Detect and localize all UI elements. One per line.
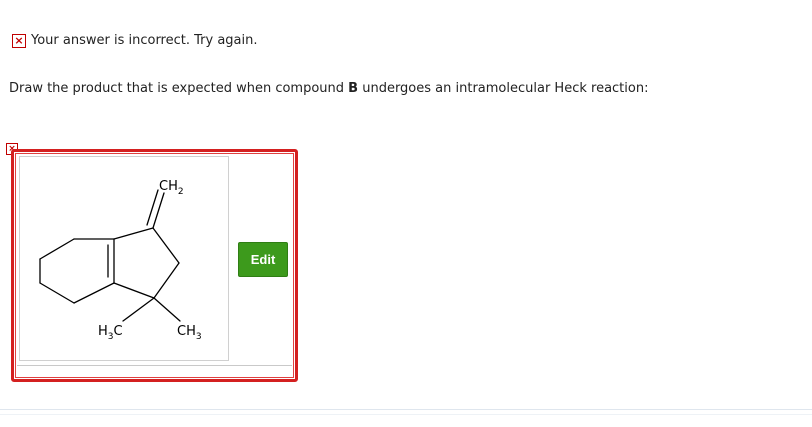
ch3-label: CH3 <box>177 324 202 342</box>
question-text-before: Draw the product that is expected when c… <box>9 81 349 96</box>
question-text-after: undergoes an intramolecular Heck reactio… <box>358 81 649 96</box>
bond <box>73 282 115 304</box>
bond <box>39 282 75 304</box>
bottom-divider-secondary <box>0 414 812 415</box>
bond <box>113 282 155 299</box>
bond <box>122 297 155 322</box>
bond <box>152 192 165 229</box>
molecule-drawing[interactable]: CH2 H3C CH3 <box>19 156 229 361</box>
answer-frame-divider <box>17 365 292 366</box>
molecule-structure: CH2 H3C CH3 <box>39 179 202 342</box>
bond <box>39 238 75 260</box>
ch2-label: CH2 <box>159 179 184 197</box>
bond <box>113 227 154 240</box>
h3c-label: H3C <box>98 324 123 342</box>
question-prompt: Draw the product that is expected when c… <box>9 81 648 96</box>
bond <box>152 227 180 264</box>
bond <box>153 297 181 322</box>
bond <box>153 262 180 299</box>
edit-button[interactable]: Edit <box>238 242 288 277</box>
double-bond-line <box>146 189 159 226</box>
compound-label: B <box>348 81 359 96</box>
feedback-message: × Your answer is incorrect. Try again. <box>12 33 258 48</box>
x-icon: × <box>12 33 26 48</box>
feedback-text: Your answer is incorrect. Try again. <box>31 33 258 48</box>
bottom-divider <box>0 409 812 410</box>
